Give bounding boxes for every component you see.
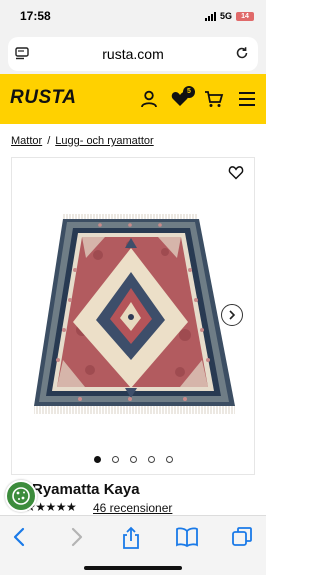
product-title: Ryamatta Kaya bbox=[32, 481, 140, 498]
back-icon[interactable] bbox=[10, 526, 30, 548]
signal-icon bbox=[204, 11, 216, 21]
gallery-dot[interactable] bbox=[130, 456, 137, 463]
address-bar-row: rusta.com bbox=[0, 34, 266, 74]
gallery-dots bbox=[94, 456, 173, 463]
cart-icon[interactable] bbox=[204, 89, 224, 109]
gallery-dot[interactable] bbox=[166, 456, 173, 463]
favorite-icon[interactable] bbox=[228, 165, 244, 180]
home-indicator bbox=[84, 566, 182, 570]
status-time: 17:58 bbox=[20, 9, 51, 23]
rug-image bbox=[34, 214, 235, 414]
site-header: RUSTA bbox=[0, 74, 266, 124]
cart-badge: 5 bbox=[183, 86, 195, 98]
chevron-right-icon bbox=[229, 310, 236, 320]
cookie-settings-button[interactable] bbox=[5, 480, 37, 512]
breadcrumb-link-mattor[interactable]: Mattor bbox=[11, 135, 42, 147]
user-icon[interactable] bbox=[139, 89, 159, 109]
breadcrumb-separator: / bbox=[47, 135, 51, 147]
share-icon[interactable] bbox=[120, 526, 142, 550]
reviews-link[interactable]: 46 recensioner bbox=[93, 501, 172, 515]
rusta-logo[interactable]: RUSTA bbox=[10, 87, 77, 109]
gallery-dot[interactable] bbox=[94, 456, 101, 463]
breadcrumb: Mattor / Lugg- och ryamattor bbox=[11, 135, 154, 147]
gallery-next-button[interactable] bbox=[221, 304, 243, 326]
breadcrumb-link-lugg-och-ryamattor[interactable]: Lugg- och ryamattor bbox=[55, 135, 153, 147]
status-bar: 17:58 5G 14 bbox=[0, 0, 266, 34]
battery-icon: 14 bbox=[236, 11, 254, 21]
network-label: 5G bbox=[219, 11, 232, 21]
menu-icon[interactable] bbox=[237, 89, 257, 109]
gallery-dot[interactable] bbox=[148, 456, 155, 463]
tabs-icon[interactable] bbox=[231, 526, 253, 548]
bookmarks-icon[interactable] bbox=[175, 526, 199, 548]
url-text[interactable]: rusta.com bbox=[8, 46, 258, 62]
forward-icon[interactable] bbox=[66, 526, 86, 548]
cookie-icon bbox=[12, 487, 30, 505]
gallery-dot[interactable] bbox=[112, 456, 119, 463]
address-bar[interactable]: rusta.com bbox=[8, 37, 258, 71]
status-indicators: 5G 14 bbox=[204, 11, 254, 21]
reload-icon[interactable] bbox=[234, 45, 250, 61]
